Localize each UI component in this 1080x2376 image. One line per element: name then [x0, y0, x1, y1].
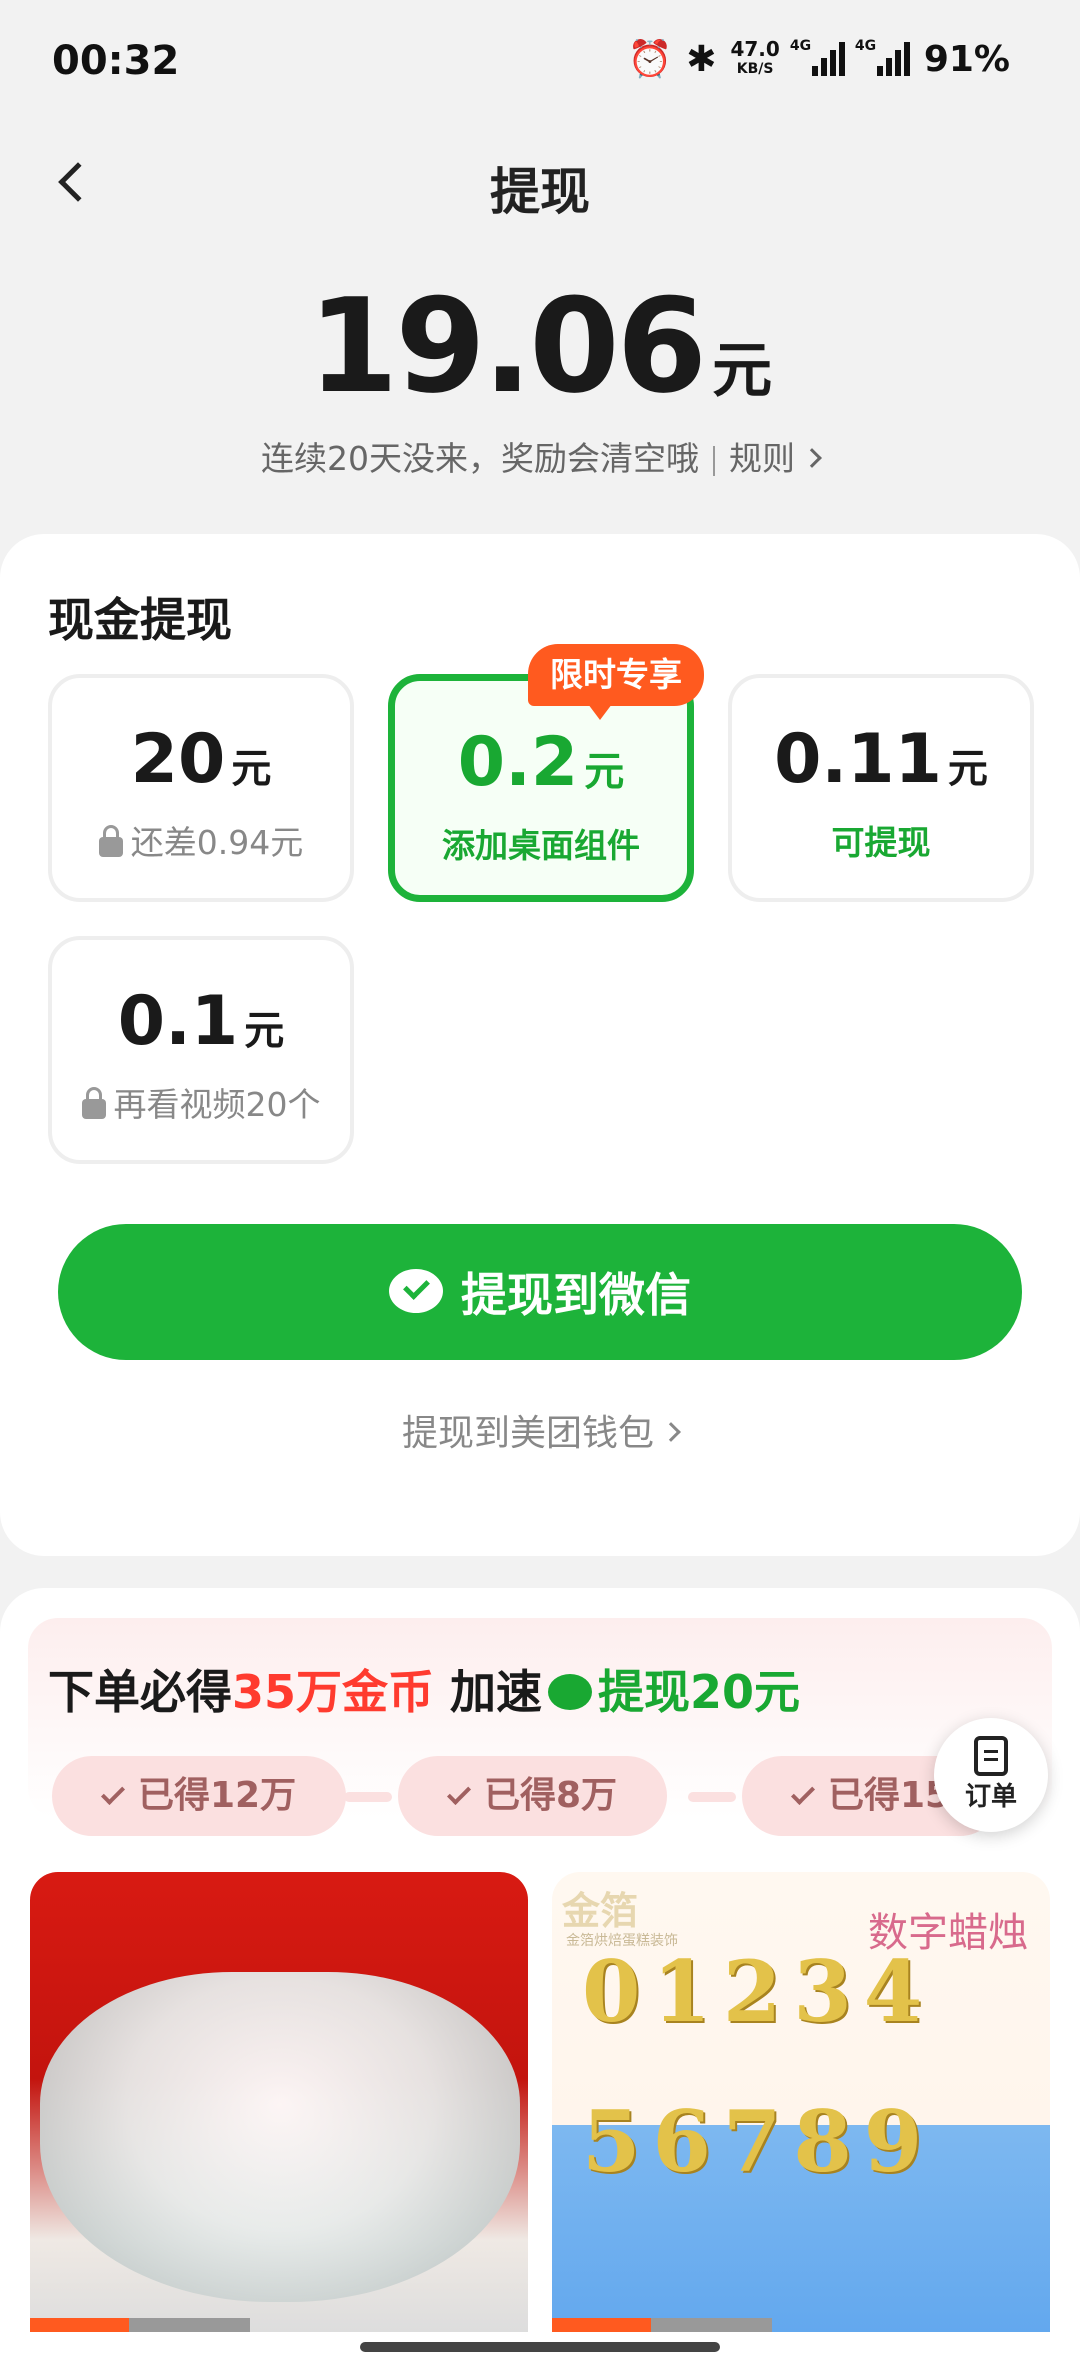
- option-0-2-selected[interactable]: 0.2 元 添加桌面组件: [388, 674, 694, 902]
- check-icon: [100, 1780, 126, 1806]
- net-speed-unit: KB/S: [736, 61, 774, 77]
- order-icon: [974, 1736, 1008, 1776]
- orders-button[interactable]: 订单: [934, 1718, 1048, 1832]
- limited-offer-badge: 限时专享: [528, 644, 704, 720]
- price-tag-strip: [30, 2318, 250, 2332]
- milestone-connector: [344, 1792, 392, 1802]
- orders-label: 订单: [964, 1782, 1017, 1812]
- expiry-warning: 连续20天没来，奖励会清空哦: [261, 439, 699, 478]
- alarm-icon: ⏰: [627, 39, 673, 80]
- net-speed-value: 47.0: [730, 37, 780, 61]
- price-tag-strip: [552, 2318, 772, 2332]
- signal-icon-1: 4G: [790, 38, 845, 76]
- option-unit: 元: [584, 749, 625, 795]
- product-card[interactable]: [30, 1872, 528, 2332]
- lock-icon: [81, 1086, 106, 1119]
- milestone-connector: [688, 1792, 736, 1802]
- milestone-label: 已得8万: [484, 1775, 618, 1816]
- bluetooth-icon: ✱: [686, 38, 717, 80]
- option-amount: 0.1 元: [52, 982, 350, 1061]
- signal-2-label: 4G: [854, 38, 877, 54]
- net-speed: 47.0 KB/S: [730, 39, 779, 79]
- signal-1-label: 4G: [789, 38, 812, 54]
- option-status-text: 再看视频20个: [113, 1085, 321, 1124]
- option-amount-value: 0.11: [774, 720, 942, 799]
- option-unit: 元: [231, 746, 272, 792]
- signal-icon-2: 4G: [855, 38, 910, 76]
- rules-label: 规则: [729, 439, 795, 478]
- option-status-text: 还差0.94元: [130, 823, 304, 862]
- promo-title-mid: 加速: [450, 1665, 543, 1719]
- chevron-right-icon: [661, 1422, 681, 1442]
- milestone-step: 已得12万: [52, 1756, 347, 1836]
- screen: { "status_bar": { "time": "00:32", "net_…: [0, 0, 1080, 2376]
- option-unit: 元: [244, 1008, 285, 1054]
- milestone-label: 已得15: [828, 1775, 951, 1816]
- page-title: 提现: [490, 163, 590, 221]
- option-amount-value: 20: [130, 720, 226, 799]
- battery-level: 91%: [923, 38, 1010, 80]
- option-unit: 元: [947, 746, 988, 792]
- promo-title-pre: 下单必得: [48, 1665, 232, 1719]
- balance-note: 连续20天没来，奖励会清空哦 规则: [0, 432, 1080, 480]
- option-amount: 0.2 元: [395, 723, 687, 802]
- option-amount-value: 0.2: [457, 723, 579, 802]
- check-icon: [790, 1780, 816, 1806]
- wechat-icon: [548, 1673, 593, 1710]
- milestone-step: 已得8万: [398, 1756, 668, 1836]
- option-status: 添加桌面组件: [442, 826, 640, 865]
- option-amount: 0.11 元: [732, 720, 1030, 799]
- option-status: 再看视频20个: [52, 1078, 350, 1126]
- option-amount: 20 元: [52, 720, 350, 799]
- rules-link[interactable]: 规则: [729, 439, 822, 478]
- option-status: 可提现: [831, 823, 931, 862]
- option-0-1[interactable]: 0.1 元 再看视频20个: [48, 936, 354, 1164]
- status-icons: ⏰ ✱ 47.0 KB/S 4G 4G 91%: [627, 38, 1010, 80]
- chevron-right-icon: [802, 447, 822, 468]
- check-icon: [446, 1780, 472, 1806]
- candle-digits-row2: 56789: [582, 2092, 935, 2191]
- meituan-link-label: 提现到美团钱包: [401, 1413, 654, 1454]
- option-0-11[interactable]: 0.11 元 可提现: [728, 674, 1034, 902]
- option-status: 还差0.94元: [52, 816, 350, 864]
- withdraw-to-meituan-link[interactable]: 提现到美团钱包: [0, 1404, 1080, 1456]
- withdraw-to-wechat-button[interactable]: 提现到微信: [58, 1224, 1022, 1360]
- option-20[interactable]: 20 元 还差0.94元: [48, 674, 354, 902]
- section-title: 现金提现: [48, 593, 232, 647]
- product-image-jelly: [40, 1972, 520, 2302]
- product-card[interactable]: 金箔 金箔烘焙蛋糕装饰 数字蜡烛 01234 56789: [552, 1872, 1050, 2332]
- balance-display: 19.06 元: [0, 270, 1080, 422]
- withdraw-to-wechat-label: 提现到微信: [461, 1268, 691, 1322]
- balance-unit: 元: [712, 336, 773, 406]
- divider: [713, 445, 715, 476]
- product-brand: 金箔: [562, 1889, 639, 1933]
- status-time: 00:32: [52, 38, 180, 84]
- status-bar: 00:32 ⏰ ✱ 47.0 KB/S 4G 4G 91%: [0, 0, 1080, 120]
- promo-coin-amount: 35万金币: [232, 1665, 435, 1719]
- lock-icon: [98, 824, 123, 857]
- cash-withdraw-card: 现金提现 20 元 还差0.94元 0.2 元 添加桌面组件 限时专享 0.11 元 …: [0, 534, 1080, 1556]
- promo-withdraw-amount: 提现20元: [598, 1665, 801, 1719]
- promo-title: 下单必得35万金币 加速 提现20元: [48, 1656, 800, 1722]
- wechat-icon: [389, 1269, 443, 1315]
- balance-amount: 19.06: [307, 270, 707, 422]
- milestone-label: 已得12万: [138, 1775, 297, 1816]
- home-indicator[interactable]: [360, 2342, 720, 2352]
- candle-digits-row1: 01234: [582, 1942, 935, 2041]
- option-amount-value: 0.1: [117, 982, 239, 1061]
